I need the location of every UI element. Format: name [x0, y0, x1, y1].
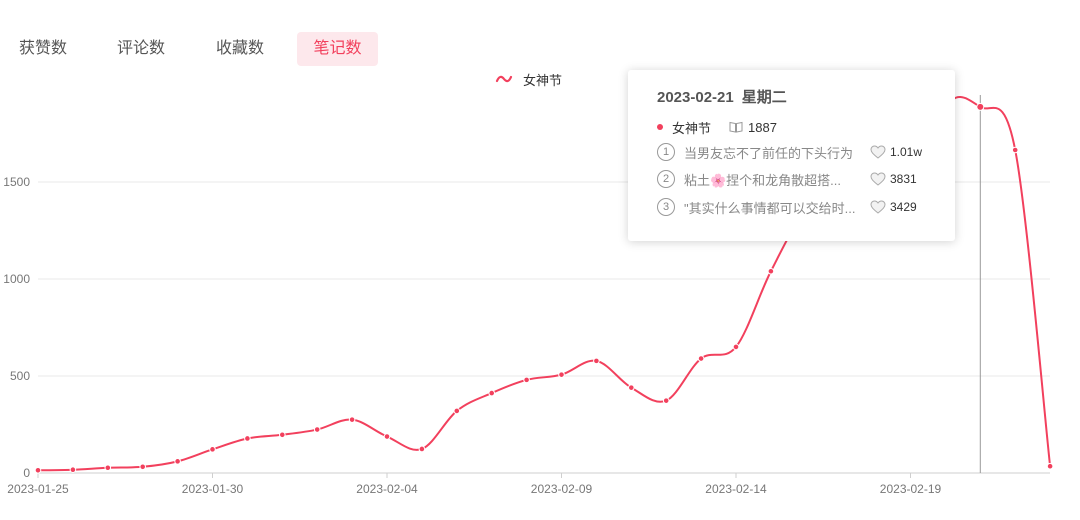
- note-title: "其实什么事情都可以交给时...: [684, 200, 856, 216]
- data-point[interactable]: [174, 458, 181, 465]
- tooltip-series-name: 女神节: [672, 120, 712, 136]
- book-icon: [729, 121, 743, 133]
- data-point[interactable]: [732, 343, 740, 351]
- top-note-2[interactable]: 2 粘土🌸捏个和龙角散超搭... 3831: [657, 169, 947, 189]
- data-point[interactable]: [383, 433, 391, 440]
- data-point[interactable]: [662, 397, 670, 404]
- rank-number: 1: [657, 143, 675, 161]
- y-tick-label: 500: [10, 369, 30, 383]
- data-point[interactable]: [697, 355, 705, 362]
- data-point[interactable]: [628, 384, 635, 391]
- top-note-1[interactable]: 1 当男友忘不了前任的下头行为 1.01w: [657, 142, 947, 162]
- tooltip-series-row: 女神节 1887: [657, 118, 777, 136]
- data-point[interactable]: [279, 431, 286, 439]
- series-dot-icon: [657, 124, 663, 130]
- y-axis: 0 500 1000 1500: [3, 175, 30, 480]
- x-tick-label: 2023-02-09: [531, 482, 593, 496]
- data-point[interactable]: [593, 357, 600, 365]
- data-point[interactable]: [313, 426, 321, 433]
- tooltip: 2023-02-21 星期二 女神节 1887 1 当男友忘不了前任的下头行为 1…: [628, 70, 955, 241]
- legend-label: 女神节: [523, 72, 563, 88]
- note-title: 当男友忘不了前任的下头行为: [684, 145, 854, 161]
- tooltip-date: 2023-02-21 星期二: [657, 89, 787, 106]
- top-note-3[interactable]: 3 "其实什么事情都可以交给时... 3429: [657, 197, 947, 217]
- data-point[interactable]: [244, 435, 251, 442]
- data-point[interactable]: [69, 466, 77, 474]
- heart-icon: [870, 172, 886, 186]
- x-tick-label: 2023-01-30: [182, 482, 244, 496]
- x-tick-label: 2023-02-04: [356, 482, 418, 496]
- heart-icon: [870, 145, 886, 159]
- data-point[interactable]: [523, 376, 530, 384]
- note-likes: 3831: [890, 172, 917, 186]
- data-point[interactable]: [488, 389, 496, 397]
- heart-icon: [870, 200, 886, 214]
- data-point[interactable]: [418, 445, 426, 453]
- x-tick-label: 2023-01-25: [7, 482, 69, 496]
- y-tick-label: 1500: [3, 175, 30, 189]
- x-tick-label: 2023-02-19: [880, 482, 942, 496]
- rank-number: 3: [657, 198, 675, 216]
- note-likes: 3429: [890, 200, 917, 214]
- data-point[interactable]: [1046, 462, 1054, 470]
- note-likes: 1.01w: [890, 145, 923, 159]
- note-title: 粘土🌸捏个和龙角散超搭...: [684, 172, 842, 188]
- y-tick-label: 0: [23, 466, 30, 480]
- y-tick-label: 1000: [3, 272, 30, 286]
- x-tick-label: 2023-02-14: [705, 482, 767, 496]
- data-point[interactable]: [348, 416, 356, 423]
- legend[interactable]: 女神节: [495, 69, 562, 89]
- data-point[interactable]: [976, 102, 985, 111]
- data-point[interactable]: [558, 371, 565, 378]
- rank-number: 2: [657, 170, 675, 188]
- data-point[interactable]: [767, 267, 775, 275]
- data-point[interactable]: [34, 466, 42, 474]
- data-point[interactable]: [104, 464, 112, 472]
- data-point[interactable]: [1011, 146, 1019, 154]
- data-point[interactable]: [453, 407, 461, 415]
- x-axis: 2023-01-25 2023-01-30 2023-02-04 2023-02-09…: [7, 473, 942, 496]
- data-point[interactable]: [209, 446, 216, 453]
- tooltip-series-value: 1887: [748, 119, 777, 135]
- data-point[interactable]: [139, 463, 146, 471]
- wave-line-icon: [495, 73, 513, 85]
